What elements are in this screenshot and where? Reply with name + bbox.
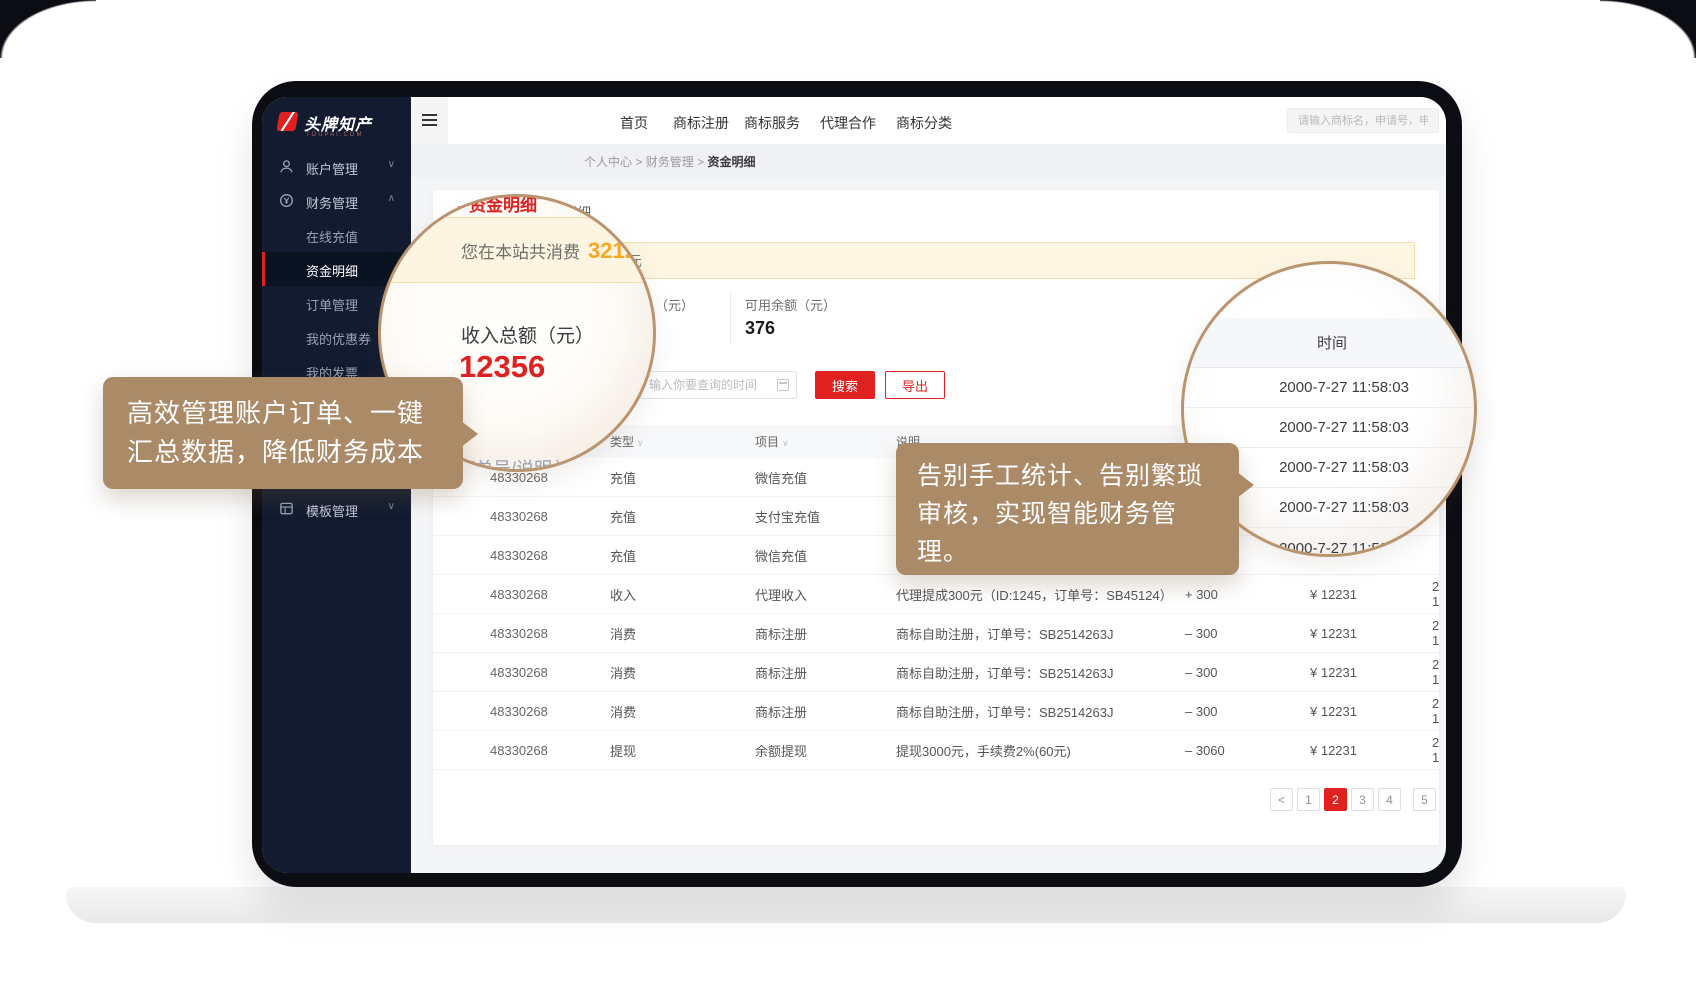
magnified-banner-amount: 32124 [588, 238, 649, 264]
topbar: 首页 商标注册 商标服务 代理合作 商标分类 [411, 97, 1446, 144]
table-row: 48330268提现余额提现提现3000元，手续费2%(60元)– 3060¥ … [433, 731, 1439, 770]
page-button-3[interactable]: 3 [1351, 788, 1374, 811]
nav-tab-trademark-category[interactable]: 商标分类 [896, 113, 952, 133]
sidebar-item-label: 账户管理 [306, 159, 358, 178]
user-icon [279, 159, 294, 174]
sidebar-item-label: 模板管理 [306, 501, 358, 520]
breadcrumb: 个人中心 > 财务管理 > 资金明细 [584, 153, 755, 170]
calendar-icon [777, 379, 789, 391]
laptop-base [66, 887, 1626, 923]
page-button-4[interactable]: 4 [1378, 788, 1401, 811]
page-button-2-active[interactable]: 2 [1324, 788, 1347, 811]
chevron-up-icon: ∧ [388, 193, 395, 204]
export-button[interactable]: 导出 [885, 371, 945, 399]
magnified-tab-fragment: 资金明细 [469, 194, 537, 216]
col-type[interactable]: 类型∨ [610, 433, 755, 450]
pagination: < 1 2 3 4 5 > [1270, 788, 1439, 811]
expense-total-label-fragment: （元） [655, 295, 694, 314]
trademark-search-input[interactable] [1287, 108, 1439, 133]
available-balance-label: 可用余额（元） [745, 295, 836, 314]
breadcrumb-separator: > [635, 155, 642, 169]
breadcrumb-item[interactable]: 个人中心 [584, 155, 632, 169]
available-balance-value: 376 [745, 318, 775, 339]
page-button-5[interactable]: 5 [1413, 788, 1436, 811]
callout-left: 高效管理账户订单、一键汇总数据，降低财务成本 [103, 377, 463, 489]
table-row: 48330268收入代理收入代理提成300元（ID:1245，订单号：SB451… [433, 575, 1439, 614]
brand-logo-icon [276, 112, 298, 131]
table-row: 48330268消费商标注册商标自助注册，订单号：SB2514263J– 300… [433, 692, 1439, 731]
nav-tab-agent[interactable]: 代理合作 [820, 113, 876, 133]
date-input[interactable] [640, 371, 797, 399]
chevron-down-icon: ∨ [388, 501, 395, 512]
finance-icon [279, 193, 294, 208]
hamburger-icon [422, 114, 437, 127]
magnified-income-value: 12356 [459, 349, 545, 385]
sidebar-item-label: 资金明细 [306, 261, 358, 280]
menu-toggle-button[interactable] [411, 97, 448, 144]
search-button[interactable]: 搜索 [815, 371, 875, 399]
breadcrumb-separator: > [697, 155, 704, 169]
chevron-down-icon: ∨ [388, 159, 395, 170]
brand-logo-subtext: TOUPAI.COM [306, 132, 363, 138]
page-button-1[interactable]: 1 [1297, 788, 1320, 811]
magnified-income-label: 收入总额（元） [461, 321, 594, 348]
sidebar-item-templates[interactable]: 模板管理 ∨ [262, 492, 411, 526]
breadcrumb-current: 资金明细 [707, 155, 755, 169]
magnified-banner-prefix: 您在本站共消费 [461, 238, 580, 263]
nav-tab-trademark-service[interactable]: 商标服务 [744, 113, 800, 133]
sidebar-item-finance[interactable]: 财务管理 ∧ [262, 184, 411, 218]
callout-right: 告别手工统计、告别繁琐审核，实现智能财务管理。 [896, 443, 1239, 575]
nav-tab-trademark-register[interactable]: 商标注册 [673, 113, 729, 133]
sort-caret-icon: ∨ [782, 438, 789, 448]
sidebar-item-label: 财务管理 [306, 193, 358, 212]
breadcrumb-item[interactable]: 财务管理 [646, 155, 694, 169]
stats-divider [730, 293, 731, 345]
col-project[interactable]: 项目∨ [755, 433, 896, 450]
magnified-time-cell: 2000-7-27 11:58:03 [1184, 408, 1477, 448]
page-corner-right [1600, 0, 1696, 58]
magnified-banner: 您在本站共消费 32124 [381, 217, 656, 283]
template-icon [279, 501, 294, 516]
table-row: 48330268消费商标注册商标自助注册，订单号：SB2514263J– 300… [433, 614, 1439, 653]
magnified-time-header: 时间 [1184, 318, 1477, 368]
table-row: 48330268消费商标注册商标自助注册，订单号：SB2514263J– 300… [433, 653, 1439, 692]
magnified-time-cell: 2000-7-27 11:58:03 [1184, 368, 1477, 408]
sidebar-item-label: 订单管理 [306, 295, 358, 314]
sidebar-item-label: 在线充值 [306, 227, 358, 246]
breadcrumb-bar: 个人中心 > 财务管理 > 资金明细 [411, 144, 1446, 177]
sidebar-item-label: 我的优惠券 [306, 329, 371, 348]
nav-tab-home[interactable]: 首页 [620, 113, 648, 133]
sort-caret-icon: ∨ [637, 438, 644, 448]
page-prev-button[interactable]: < [1270, 788, 1293, 811]
page-corner-left [0, 0, 96, 58]
sidebar-item-account[interactable]: 账户管理 ∨ [262, 150, 411, 184]
